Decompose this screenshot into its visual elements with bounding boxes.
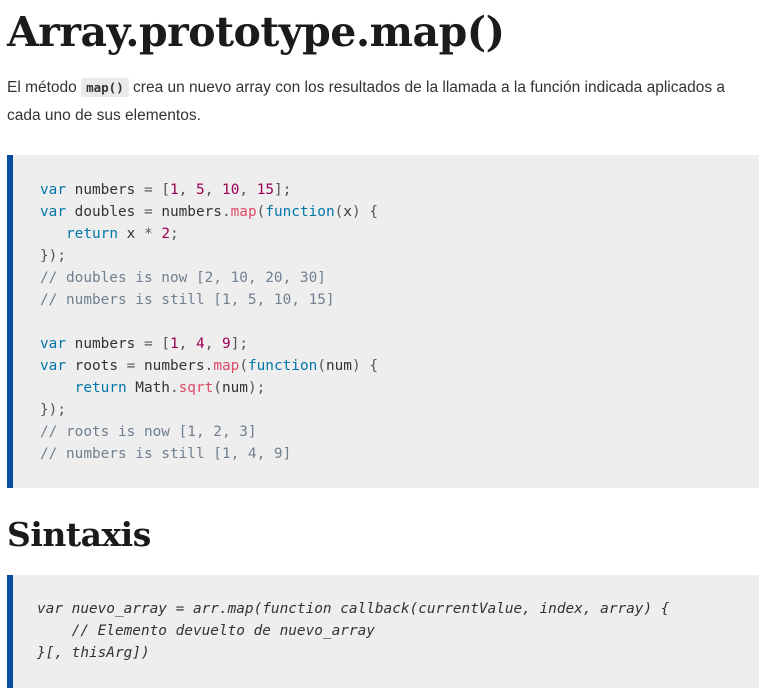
code-token: var <box>40 182 66 198</box>
code-token: function <box>265 204 335 220</box>
code-token: = <box>143 336 153 352</box>
intro-paragraph: El método map() crea un nuevo array con … <box>7 74 752 130</box>
syntax-code: var nuevo_array = arr.map(function callb… <box>37 598 669 664</box>
code-token: }); <box>40 402 66 418</box>
syntax-code-block: var nuevo_array = arr.map(function callb… <box>7 575 759 688</box>
code-token: num <box>325 358 352 374</box>
code-token: x <box>343 204 352 220</box>
code-token: { <box>369 358 378 374</box>
code-token: ) <box>351 204 361 220</box>
example-code: var numbers = [1, 5, 10, 15]; var doubles… <box>40 179 378 465</box>
code-token: ( <box>317 358 326 374</box>
code-line: }); <box>40 399 378 421</box>
code-line: // numbers is still [1, 4, 9] <box>40 443 378 465</box>
code-token: ]; <box>274 182 292 198</box>
code-token: function <box>247 358 318 374</box>
code-token: 15 <box>256 182 275 198</box>
code-line: // doubles is now [2, 10, 20, 30] <box>40 267 378 289</box>
example-code-block: var numbers = [1, 5, 10, 15]; var doubles… <box>7 155 759 488</box>
code-token: var <box>40 336 66 352</box>
section-heading-syntax: Sintaxis <box>7 515 151 554</box>
code-line: var numbers = [1, 5, 10, 15]; <box>40 179 378 201</box>
code-token: // doubles is now [2, 10, 20, 30] <box>40 270 326 286</box>
code-token: . <box>204 358 214 374</box>
code-token: return <box>66 226 118 242</box>
code-line: var doubles = numbers.map(function(x) { <box>40 201 378 223</box>
inline-code-map: map() <box>81 78 129 97</box>
intro-text-start: El método <box>7 79 82 96</box>
code-token: [ <box>161 182 170 198</box>
code-token: numbers <box>66 336 144 352</box>
code-token: numbers <box>135 358 205 374</box>
code-token: var <box>40 204 66 220</box>
code-line: var roots = numbers.map(function(num) { <box>40 355 378 377</box>
code-token: . <box>221 204 231 220</box>
code-token: numbers <box>152 204 222 220</box>
code-token: 10 <box>222 182 240 198</box>
code-token: 9 <box>222 336 231 352</box>
code-token: // numbers is still [1, 4, 9] <box>40 446 292 462</box>
code-token: 1 <box>170 182 179 198</box>
code-token: = <box>143 204 153 220</box>
code-token: = <box>143 182 153 198</box>
code-line: // numbers is still [1, 5, 10, 15] <box>40 289 378 311</box>
code-token: return <box>74 380 127 396</box>
code-token: numbers <box>66 182 144 198</box>
code-token: ; <box>170 226 179 242</box>
code-token: // numbers is still [1, 5, 10, 15] <box>40 292 335 308</box>
code-token: [ <box>161 336 170 352</box>
code-token: num <box>221 380 248 396</box>
code-token: ( <box>334 204 344 220</box>
code-token: var <box>40 358 66 374</box>
code-line: var numbers = [1, 4, 9]; <box>40 333 378 355</box>
code-line: return Math.sqrt(num); <box>40 377 378 399</box>
code-token: map <box>230 204 257 220</box>
code-line: // roots is now [1, 2, 3] <box>40 421 378 443</box>
code-token: ]; <box>230 336 249 352</box>
code-token: 5 <box>196 182 205 198</box>
code-token: map <box>213 358 240 374</box>
code-token: { <box>369 204 378 220</box>
code-token: sqrt <box>178 380 214 396</box>
code-token: ) <box>351 358 361 374</box>
syntax-line: // Elemento devuelto de nuevo_array <box>37 623 375 639</box>
syntax-line: var nuevo_array = arr.map(function callb… <box>37 601 670 617</box>
code-token: ); <box>247 380 266 396</box>
code-token: , <box>239 182 249 198</box>
code-line: }); <box>40 245 378 267</box>
code-token: 2 <box>161 226 170 242</box>
code-token: . <box>169 380 179 396</box>
code-token: ( <box>239 358 248 374</box>
code-token: ( <box>213 380 222 396</box>
syntax-line: }[, thisArg]) <box>37 645 150 661</box>
code-token: * <box>143 226 153 242</box>
page-title: Array.prototype.map() <box>7 8 505 56</box>
code-token: doubles <box>66 204 144 220</box>
code-line: return x * 2; <box>40 223 378 245</box>
code-token: Math <box>126 380 170 396</box>
code-token: 4 <box>196 336 205 352</box>
code-token: }); <box>40 248 66 264</box>
code-token: 1 <box>170 336 179 352</box>
code-token: roots <box>66 358 127 374</box>
code-token: ( <box>256 204 266 220</box>
code-token: x <box>117 226 144 242</box>
code-token: // roots is now [1, 2, 3] <box>40 424 257 440</box>
